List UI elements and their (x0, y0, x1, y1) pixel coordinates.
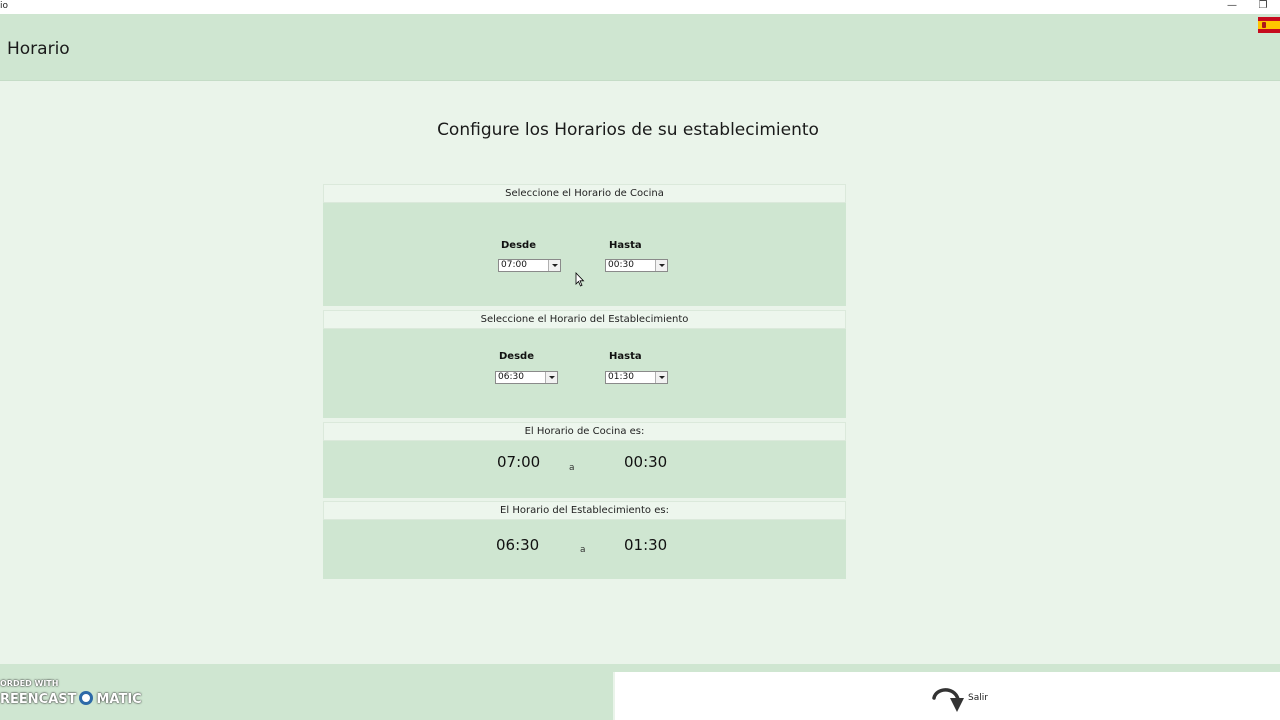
establishment-summary-panel: El Horario del Establecimiento es: 06:30… (323, 501, 846, 579)
establishment-summary-heading: El Horario del Establecimiento es: (323, 501, 846, 520)
page-header: Horario (0, 14, 1280, 81)
page-title: Horario (7, 39, 70, 59)
kitchen-summary-separator: a (569, 463, 575, 473)
window-title: io (0, 1, 9, 11)
mouse-cursor-icon (575, 272, 585, 287)
establishment-from-label: Desde (499, 351, 534, 362)
establishment-summary-separator: a (580, 545, 586, 555)
establishment-summary-to: 01:30 (624, 536, 668, 554)
kitchen-summary-to: 00:30 (624, 453, 668, 471)
watermark-logo: REENCAST MATIC (0, 691, 142, 707)
establishment-summary-from: 06:30 (496, 536, 540, 554)
page-subtitle: Configure los Horarios de su establecimi… (437, 120, 819, 140)
kitchen-to-value: 00:30 (608, 260, 634, 270)
watermark-text-right: MATIC (96, 692, 142, 707)
kitchen-summary-body: 07:00 a 00:30 (323, 441, 846, 498)
establishment-to-label: Hasta (609, 351, 642, 362)
curved-arrow-icon (932, 688, 964, 712)
chevron-down-icon[interactable] (545, 372, 557, 383)
kitchen-from-value: 07:00 (501, 260, 527, 270)
kitchen-to-label: Hasta (609, 240, 642, 251)
kitchen-hours-panel: Seleccione el Horario de Cocina Desde Ha… (323, 184, 846, 306)
establishment-summary-body: 06:30 a 01:30 (323, 520, 846, 579)
kitchen-from-label: Desde (501, 240, 536, 251)
establishment-hours-body: Desde Hasta 06:30 01:30 (323, 329, 846, 418)
kitchen-from-select[interactable]: 07:00 (498, 259, 561, 272)
minimize-button[interactable]: — (1224, 0, 1240, 12)
restore-button[interactable]: ❐ (1255, 0, 1271, 12)
establishment-from-value: 06:30 (498, 372, 524, 382)
kitchen-hours-heading: Seleccione el Horario de Cocina (323, 184, 846, 203)
watermark-text-left: REENCAST (0, 692, 77, 707)
establishment-to-select[interactable]: 01:30 (605, 371, 668, 384)
kitchen-to-select[interactable]: 00:30 (605, 259, 668, 272)
establishment-from-select[interactable]: 06:30 (495, 371, 558, 384)
window-title-bar: io — ❐ (0, 0, 1280, 14)
kitchen-summary-panel: El Horario de Cocina es: 07:00 a 00:30 (323, 422, 846, 498)
watermark-recorded-with: ORDED WITH (0, 679, 59, 688)
spain-flag-icon[interactable] (1258, 17, 1280, 33)
kitchen-summary-heading: El Horario de Cocina es: (323, 422, 846, 441)
chevron-down-icon[interactable] (655, 260, 667, 271)
exit-label: Salir (968, 693, 988, 703)
kitchen-hours-body: Desde Hasta 07:00 00:30 (323, 203, 846, 306)
screencast-logo-icon (79, 691, 94, 705)
chevron-down-icon[interactable] (655, 372, 667, 383)
exit-button[interactable]: Salir (930, 684, 1000, 714)
establishment-hours-heading: Seleccione el Horario del Establecimient… (323, 310, 846, 329)
footer-strip (613, 664, 1280, 672)
establishment-to-value: 01:30 (608, 372, 634, 382)
establishment-hours-panel: Seleccione el Horario del Establecimient… (323, 310, 846, 418)
kitchen-summary-from: 07:00 (497, 453, 541, 471)
chevron-down-icon[interactable] (548, 260, 560, 271)
